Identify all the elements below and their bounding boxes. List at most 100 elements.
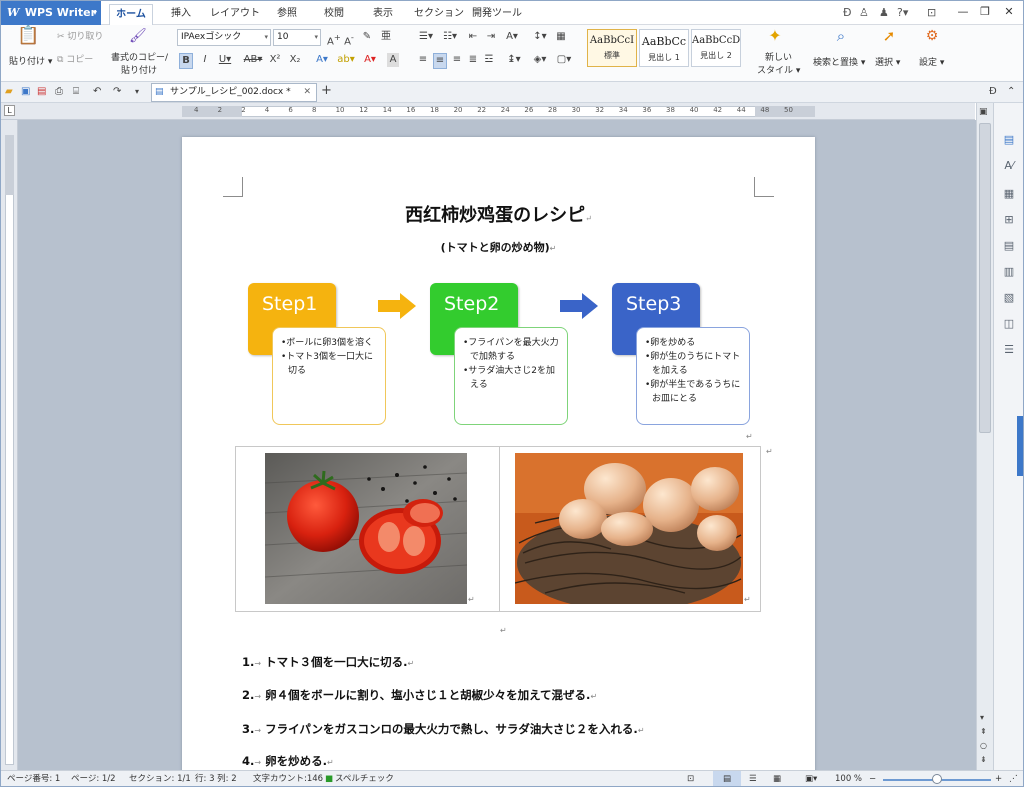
italic-button[interactable]: I [199,53,211,67]
phonetic-icon[interactable]: 亜 [379,30,393,44]
new-style-icon[interactable]: ✦ [765,28,785,44]
bold-button[interactable]: B [179,53,193,69]
list-icon[interactable]: ☰ [1002,343,1016,357]
resize-grip-icon[interactable]: ⋰ [1009,771,1018,786]
document-icon[interactable]: ▧ [1002,291,1016,305]
step-detail-box[interactable]: •ボールに卵3個を溶く •トマト3個を一口大に切る [272,327,386,425]
document-page[interactable]: 西红柿炒鸡蛋のレシピ↵ (トマトと卵の炒め物)↵ Step1 •ボールに卵3個を溶… [182,137,815,770]
strikethrough-button[interactable]: AB▾ [243,53,263,67]
document-tab[interactable]: ▤ サンプル_レシピ_002.docx * ✕ [151,83,317,102]
eggs-photo[interactable] [515,453,743,604]
tab-layout[interactable]: レイアウト [207,4,263,25]
list-item[interactable]: 3.→ フライパンをガスコンロの最大火力で熱し、サラダ油大さじ２を入れる.↵ [242,721,645,737]
close-button[interactable]: ✕ [997,3,1021,21]
prev-page-icon[interactable]: ⇞ [980,725,987,739]
customize-qa-icon[interactable]: ▾ [135,85,139,99]
zoom-out-icon[interactable]: − [869,771,876,786]
list-item[interactable]: 1.→ トマト３個を一口大に切る.↵ [242,654,414,670]
new-tab-icon[interactable]: + [321,84,332,98]
maximize-button[interactable]: ❐ [973,3,997,21]
print-preview-icon[interactable]: ⌸ [73,85,79,99]
increase-indent-icon[interactable]: ⇥ [485,30,497,44]
settings-button[interactable]: 設定 ▾ [919,55,944,68]
restore-ribbon-icon[interactable]: ⊡ [927,6,936,19]
image-table[interactable]: ↵ ↵ [235,446,761,612]
export-pdf-icon[interactable]: ▤ [37,85,46,99]
style-normal[interactable]: AaBbCcI 標準 [587,29,637,67]
shrink-font-icon[interactable]: A- [343,30,355,49]
format-painter-label-2[interactable]: 貼り付け [121,63,157,76]
decrease-indent-icon[interactable]: ⇤ [467,30,479,44]
cut-button[interactable]: ✂ 切り取り [57,29,103,42]
shirt-icon[interactable]: ♙ [859,6,869,19]
tomato-photo[interactable] [265,453,467,604]
highlight-button[interactable]: ab▾ [337,53,355,67]
align-left-icon[interactable]: ≡ [417,53,429,67]
find-replace-button[interactable]: 検索と置換 ▾ [813,55,865,68]
save-icon[interactable]: ▣ [21,85,30,99]
clear-format-icon[interactable]: ✎ [361,30,373,44]
paste-button[interactable]: 貼り付け ▾ [9,54,52,67]
collapse-icon[interactable]: ⌃ [1007,85,1015,99]
web-view-icon[interactable]: ▦ [773,771,781,786]
font-color-button[interactable]: A▾ [361,53,379,67]
help-icon[interactable]: ?▾ [897,6,908,19]
shading-icon[interactable]: ◈▾ [531,53,549,67]
open-folder-icon[interactable]: ▰ [5,85,13,99]
focus-mode-icon[interactable]: ⊡ [687,771,694,786]
user-icon[interactable]: ♟ [879,6,889,19]
ribbon-toggle-icon[interactable]: Ð [989,85,997,99]
tab-developer[interactable]: 開発ツール [471,4,523,25]
char-shading-button[interactable]: A [387,53,399,67]
align-center-icon[interactable]: ≡ [433,53,447,69]
font-name-select[interactable]: IPAexゴシック ▾ [177,29,271,46]
font-size-select[interactable]: 10 ▾ [273,29,321,46]
sort-icon[interactable]: ↕▾ [531,30,549,44]
tab-references[interactable]: 参照 [269,4,305,25]
document-workspace[interactable]: ▤▾ 西红柿炒鸡蛋のレシピ↵ (トマトと卵の炒め物)↵ Step1•ボールに卵3… [18,120,976,770]
subscript-button[interactable]: X₂ [289,53,301,67]
zoom-in-icon[interactable]: + [995,771,1002,786]
close-tab-icon[interactable]: ✕ [303,84,311,101]
list-item[interactable]: 2.→ 卵４個をボールに割り、塩小さじ１と胡椒少々を加えて混ぜる.↵ [242,687,597,703]
text-effect-button[interactable]: A▾ [313,53,331,67]
paste-icon[interactable]: 📋 [17,27,39,51]
skin-icon[interactable]: Ð [843,6,852,19]
format-painter-label-1[interactable]: 書式のコピー/ [111,50,168,63]
outline-view-icon[interactable]: ☰ [749,771,757,786]
select-button[interactable]: 選択 ▾ [875,55,900,68]
reading-view-icon[interactable]: ▣▾ [805,771,817,786]
vertical-scrollbar[interactable]: ▣ ▾ ⇞ ○ ⇟ [976,103,993,770]
clip-art-icon[interactable]: ▤ [1002,239,1016,253]
bullets-icon[interactable]: ☰▾ [417,30,435,44]
undo-icon[interactable]: ↶ [93,85,101,99]
tab-section[interactable]: セクション [411,4,467,25]
text-direction-icon[interactable]: A▾ [503,30,521,44]
find-replace-icon[interactable]: ⌕ [831,29,851,44]
tab-review[interactable]: 校閲 [317,4,351,25]
underline-button[interactable]: U▾ [217,53,233,67]
horizontal-ruler[interactable]: L 4 2 2 4 6 8 10 12 14 16 18 20 22 24 26 28 30 32 34 36 38 40… [1,103,975,120]
style-format-icon[interactable]: A⁄ [1002,159,1016,173]
tab-insert[interactable]: 挿入 [161,4,201,25]
justify-icon[interactable]: ≣ [467,53,479,67]
zoom-slider-thumb[interactable] [932,774,942,784]
vertical-ruler[interactable] [1,120,18,770]
grow-font-icon[interactable]: A+ [327,30,341,49]
next-page-icon[interactable]: ⇟ [980,753,987,767]
print-icon[interactable]: ⎙ [55,85,63,99]
split-icon[interactable]: ▣ [979,105,988,119]
select-cursor-icon[interactable]: ➚ [881,29,897,44]
new-doc-icon[interactable]: ▤ [1002,133,1016,147]
page-view-icon[interactable]: ▤ [713,771,741,786]
settings-icon[interactable]: ⚙ [923,29,941,43]
tab-stop-icon[interactable]: L [4,105,15,116]
new-style-label-2[interactable]: スタイル ▾ [757,63,800,76]
line-spacing-icon[interactable]: ↨▾ [505,53,523,67]
pane-toggle[interactable] [1017,416,1023,476]
picture-icon[interactable]: ◫ [1002,317,1016,331]
copy-button[interactable]: ⧉ コピー [57,52,93,65]
spell-check-button[interactable]: スペルチェック [335,771,394,786]
status-word-count[interactable]: 文字カウント:146 [253,771,323,786]
zoom-level[interactable]: 100 % [835,771,862,786]
